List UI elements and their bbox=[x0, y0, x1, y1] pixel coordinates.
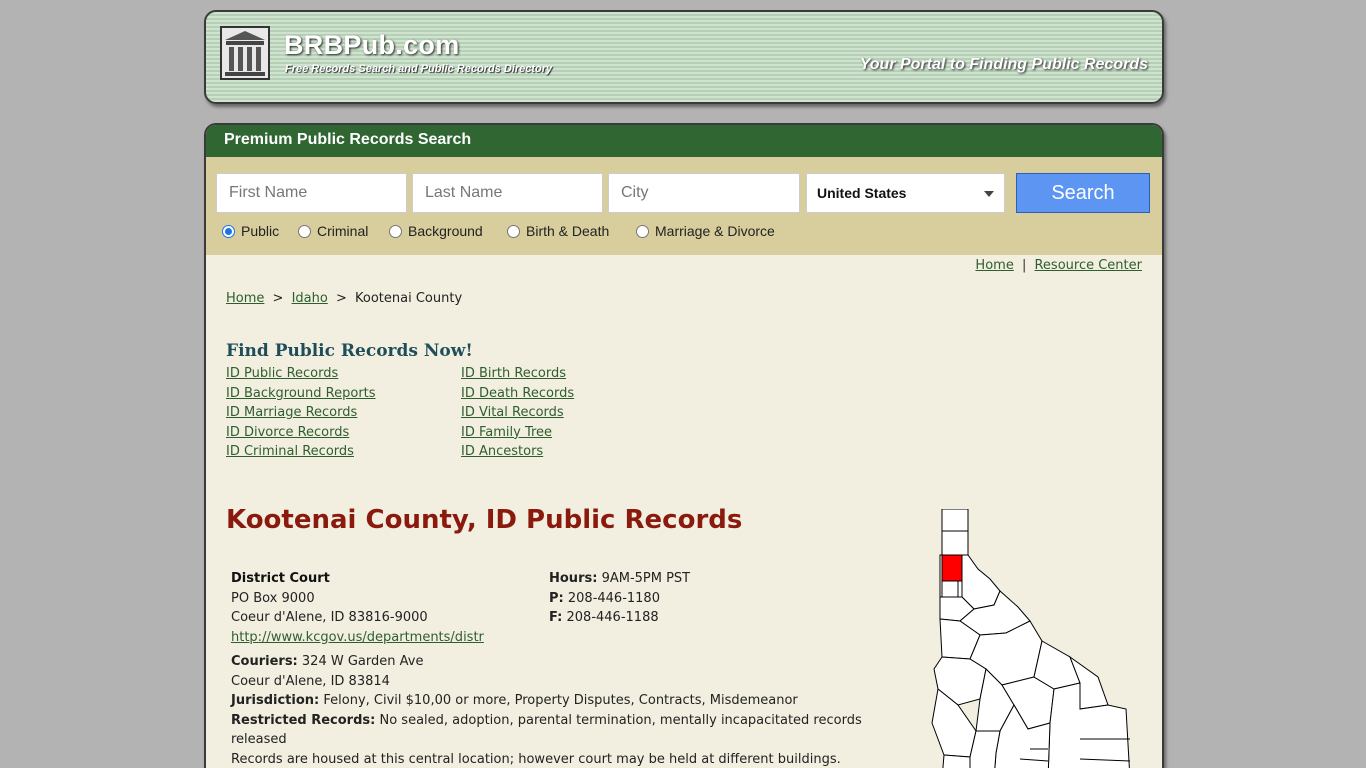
first-name-input[interactable]: First Name bbox=[216, 173, 407, 213]
court-details-block: Couriers: 324 W Garden Ave Coeur d'Alene… bbox=[231, 652, 871, 768]
link-id-background-reports[interactable]: ID Background Reports bbox=[226, 386, 376, 401]
radio-unchecked-icon bbox=[636, 225, 649, 238]
link-id-birth-records[interactable]: ID Birth Records bbox=[461, 366, 566, 381]
main-panel: Premium Public Records Search First Name… bbox=[204, 123, 1164, 768]
court-website-link[interactable]: http://www.kcgov.us/departments/distr bbox=[231, 630, 484, 645]
site-tagline: Your Portal to Finding Public Records bbox=[859, 56, 1148, 73]
radio-unchecked-icon bbox=[507, 225, 520, 238]
radio-unchecked-icon bbox=[389, 225, 402, 238]
resource-center-link[interactable]: Resource Center bbox=[1034, 258, 1142, 273]
county-page-title: Kootenai County, ID Public Records bbox=[226, 505, 743, 535]
fax-label: F: bbox=[549, 610, 563, 625]
link-separator: | bbox=[1021, 258, 1027, 273]
home-link[interactable]: Home bbox=[975, 258, 1013, 273]
link-id-vital-records[interactable]: ID Vital Records bbox=[461, 405, 564, 420]
court-address-block: District Court PO Box 9000 Coeur d'Alene… bbox=[231, 569, 484, 647]
courthouse-logo-icon[interactable] bbox=[220, 26, 270, 80]
phone-value: 208-446-1180 bbox=[567, 590, 660, 606]
radio-label: Criminal bbox=[317, 223, 369, 239]
couriers-label: Couriers: bbox=[231, 654, 298, 669]
breadcrumb-separator: > bbox=[335, 291, 347, 306]
site-brand[interactable]: BRBPub.com bbox=[284, 30, 460, 61]
breadcrumb-home[interactable]: Home bbox=[226, 291, 264, 306]
top-links: Home | Resource Center bbox=[975, 258, 1142, 273]
court-address-line2: Coeur d'Alene, ID 83816-9000 bbox=[231, 610, 428, 625]
couriers-value-line2: Coeur d'Alene, ID 83814 bbox=[231, 673, 390, 689]
radio-label: Marriage & Divorce bbox=[655, 223, 775, 239]
link-id-divorce-records[interactable]: ID Divorce Records bbox=[226, 425, 349, 440]
phone-label: P: bbox=[549, 590, 564, 606]
hours-value: 9AM-5PM PST bbox=[601, 571, 691, 586]
records-links-left: ID Public Records ID Background Reports … bbox=[226, 364, 376, 462]
link-id-marriage-records[interactable]: ID Marriage Records bbox=[226, 405, 357, 420]
link-id-criminal-records[interactable]: ID Criminal Records bbox=[226, 444, 354, 459]
radio-public[interactable]: Public bbox=[222, 223, 279, 239]
breadcrumb-idaho[interactable]: Idaho bbox=[292, 291, 328, 306]
search-form: First Name Last Name City United States … bbox=[206, 157, 1162, 255]
jurisdiction-label: Jurisdiction: bbox=[231, 693, 320, 708]
records-note: Records are housed at this central locat… bbox=[231, 751, 841, 767]
site-header-banner: BRBPub.com Free Records Search and Publi… bbox=[204, 10, 1164, 104]
country-select-value: United States bbox=[817, 185, 907, 201]
hours-label: Hours: bbox=[549, 571, 598, 586]
country-select[interactable]: United States bbox=[806, 173, 1005, 213]
link-id-public-records[interactable]: ID Public Records bbox=[226, 366, 338, 381]
radio-criminal[interactable]: Criminal bbox=[298, 223, 368, 239]
radio-marriage-divorce[interactable]: Marriage & Divorce bbox=[636, 223, 775, 239]
search-heading: Premium Public Records Search bbox=[206, 125, 1162, 157]
city-input[interactable]: City bbox=[608, 173, 800, 213]
radio-label: Birth & Death bbox=[526, 223, 610, 239]
breadcrumb-current: Kootenai County bbox=[355, 291, 463, 306]
site-subtitle: Free Records Search and Public Records D… bbox=[285, 63, 553, 75]
link-id-ancestors[interactable]: ID Ancestors bbox=[461, 444, 543, 459]
records-links-right: ID Birth Records ID Death Records ID Vit… bbox=[461, 364, 574, 462]
last-name-input[interactable]: Last Name bbox=[412, 173, 603, 213]
breadcrumb-separator: > bbox=[272, 291, 284, 306]
couriers-value: 324 W Garden Ave bbox=[301, 654, 424, 669]
link-id-death-records[interactable]: ID Death Records bbox=[461, 386, 574, 401]
radio-birth-death[interactable]: Birth & Death bbox=[507, 223, 609, 239]
search-button[interactable]: Search bbox=[1016, 173, 1150, 213]
radio-checked-icon bbox=[222, 225, 235, 238]
radio-label: Public bbox=[241, 223, 280, 239]
link-id-family-tree[interactable]: ID Family Tree bbox=[461, 425, 552, 440]
chevron-down-icon bbox=[984, 191, 994, 197]
court-name: District Court bbox=[231, 571, 330, 586]
court-contact-block: Hours: 9AM-5PM PST P: 208-446-1180 F: 20… bbox=[549, 569, 690, 628]
kootenai-county-highlight bbox=[941, 554, 963, 582]
find-records-title: Find Public Records Now! bbox=[226, 341, 473, 361]
breadcrumb: Home > Idaho > Kootenai County bbox=[226, 291, 462, 306]
radio-unchecked-icon bbox=[298, 225, 311, 238]
restricted-label: Restricted Records: bbox=[231, 712, 376, 728]
radio-background[interactable]: Background bbox=[389, 223, 483, 239]
radio-label: Background bbox=[408, 223, 483, 239]
court-address-line1: PO Box 9000 bbox=[231, 590, 315, 606]
jurisdiction-value: Felony, Civil $10,00 or more, Property D… bbox=[323, 693, 798, 708]
idaho-county-map bbox=[931, 509, 1130, 768]
fax-value: 208-446-1188 bbox=[566, 610, 659, 625]
